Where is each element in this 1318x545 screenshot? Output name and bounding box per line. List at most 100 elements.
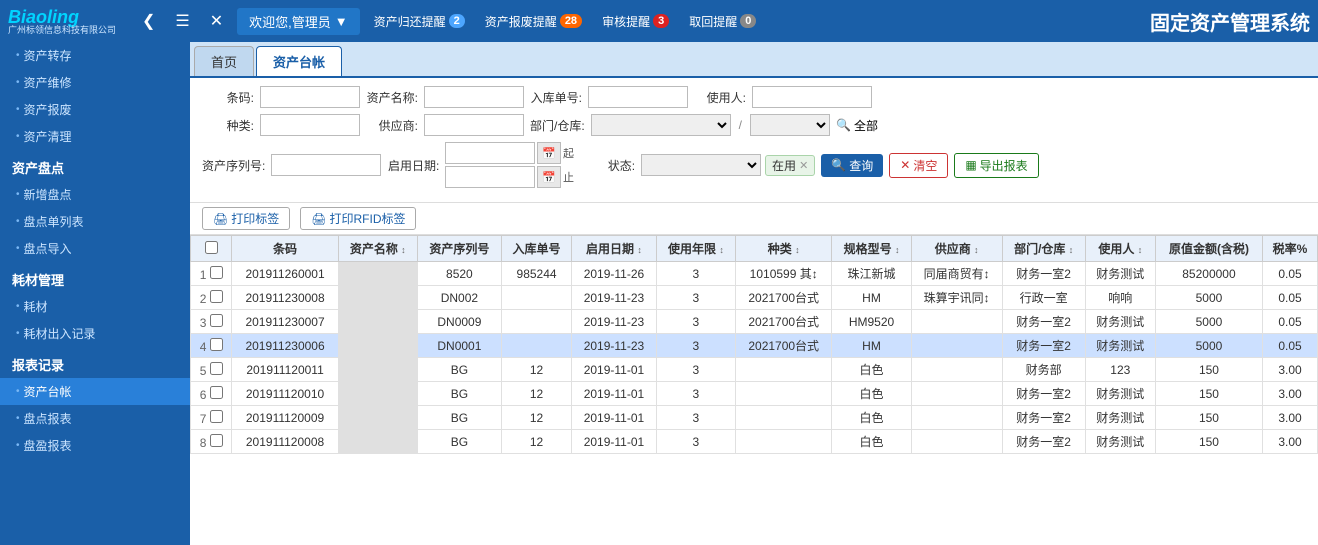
alert-btn-recall[interactable]: 取回提醒 0 [683,9,762,34]
cell-storage: 985244 [501,262,571,286]
cell-tax: 0.05 [1262,286,1317,310]
sidebar-item-consumables[interactable]: • 耗材 [0,293,190,320]
col-date[interactable]: 启用日期 ↕ [572,236,657,262]
table-row[interactable]: 6 201911120010 BG 12 2019-11-01 3 白色 财务一… [191,382,1318,406]
sidebar-item-inventory-report[interactable]: • 盘点报表 [0,405,190,432]
sidebar-item-consumables-record[interactable]: • 耗材出入记录 [0,320,190,347]
cal-btn-end[interactable]: 📅 [537,166,561,188]
input-date-end[interactable] [445,166,535,188]
bullet-icon: • [16,413,20,424]
cell-storage: 12 [501,406,571,430]
cell-name [338,430,417,454]
sidebar-item-inventory-import[interactable]: • 盘点导入 [0,235,190,262]
checkbox-row[interactable] [210,290,223,303]
input-supplier[interactable] [424,114,524,136]
col-category[interactable]: 种类 ↕ [736,236,832,262]
close-button[interactable]: ✕ [204,9,229,33]
checkbox-all[interactable] [205,241,218,254]
cell-dept: 财务一室2 [1002,406,1085,430]
input-barcode[interactable] [260,86,360,108]
sidebar-item-scrap[interactable]: • 资产报废 [0,96,190,123]
tab-home[interactable]: 首页 [194,46,254,76]
checkbox-row[interactable] [210,386,223,399]
print-rfid-button[interactable]: 🖨 打印RFID标签 [300,207,416,230]
logo-area: Biaoling 广州标领信息科技有限公司 [8,8,128,35]
all-btn[interactable]: 🔍 全部 [836,117,878,134]
cell-serial: BG [417,382,501,406]
cell-category [736,430,832,454]
alert-btn-return[interactable]: 资产归还提醒 2 [368,9,471,34]
col-select-all[interactable] [191,236,232,262]
input-category[interactable] [260,114,360,136]
sidebar-item-transfer[interactable]: • 资产转存 [0,42,190,69]
select-dept2[interactable] [750,114,830,136]
cell-years: 3 [656,334,735,358]
checkbox-row[interactable] [210,266,223,279]
checkbox-row[interactable] [210,410,223,423]
cell-user: 财务测试 [1085,310,1155,334]
select-dept[interactable] [591,114,731,136]
bullet-icon: • [16,243,20,254]
label-user: 使用人: [694,89,746,106]
checkbox-row[interactable] [210,338,223,351]
cell-price: 150 [1155,430,1262,454]
sidebar-item-surplus-report[interactable]: • 盘盈报表 [0,432,190,459]
search-button[interactable]: 🔍 查询 [821,154,883,177]
alert-btn-scrap[interactable]: 资产报废提醒 28 [479,9,588,34]
sidebar-item-repair[interactable]: • 资产维修 [0,69,190,96]
select-status[interactable] [641,154,761,176]
col-dept[interactable]: 部门/仓库 ↕ [1002,236,1085,262]
print-label-button[interactable]: 🖨 打印标签 [202,207,290,230]
checkbox-row[interactable] [210,362,223,375]
sidebar-item-new-inventory[interactable]: • 新增盘点 [0,181,190,208]
sidebar-item-cleanup[interactable]: • 资产清理 [0,123,190,150]
checkbox-row[interactable] [210,434,223,447]
print-label-text: 打印标签 [231,210,279,227]
cell-serial: DN0009 [417,310,501,334]
input-storage-no[interactable] [588,86,688,108]
cell-category [736,382,832,406]
col-user[interactable]: 使用人 ↕ [1085,236,1155,262]
menu-button[interactable]: ☰ [169,9,195,33]
col-years[interactable]: 使用年限 ↕ [656,236,735,262]
col-spec[interactable]: 规格型号 ↕ [832,236,911,262]
welcome-button[interactable]: 欢迎您,管理员 ▼ [237,8,360,35]
input-asset-name[interactable] [424,86,524,108]
cell-category: 2021700台式 [736,310,832,334]
print-rfid-text: 打印RFID标签 [329,210,405,227]
table-row[interactable]: 8 201911120008 BG 12 2019-11-01 3 白色 财务一… [191,430,1318,454]
cal-btn-start[interactable]: 📅 [537,142,561,164]
cell-spec: 白色 [832,430,911,454]
sidebar-item-asset-ledger[interactable]: • 资产台帐 [0,378,190,405]
export-icon: ▦ [965,158,976,172]
cell-storage: 12 [501,358,571,382]
back-button[interactable]: ❮ [136,9,161,33]
sidebar-item-inventory-list[interactable]: • 盘点单列表 [0,208,190,235]
input-date-start[interactable] [445,142,535,164]
checkbox-row[interactable] [210,314,223,327]
tab-asset-ledger[interactable]: 资产台帐 [256,46,342,76]
input-serial-no[interactable] [271,154,381,176]
table-row[interactable]: 2 201911230008 DN002 2019-11-23 3 202170… [191,286,1318,310]
input-user[interactable] [752,86,872,108]
export-button[interactable]: ▦ 导出报表 [954,153,1038,178]
print-row: 🖨 打印标签 🖨 打印RFID标签 [190,203,1318,235]
status-tag-close[interactable]: ✕ [799,159,808,172]
col-name[interactable]: 资产名称 ↕ [338,236,417,262]
status-select-area: 在用 ✕ [641,154,815,176]
table-row[interactable]: 7 201911120009 BG 12 2019-11-01 3 白色 财务一… [191,406,1318,430]
cell-name [338,334,417,358]
date-row-end: 📅 止 [445,166,577,188]
cell-years: 3 [656,310,735,334]
table-row[interactable]: 1 201911260001 8520 985244 2019-11-26 3 … [191,262,1318,286]
table-row[interactable]: 4 201911230006 DN0001 2019-11-23 3 20217… [191,334,1318,358]
clear-icon: ✕ [900,158,910,172]
table-row[interactable]: 3 201911230007 DN0009 2019-11-23 3 20217… [191,310,1318,334]
clear-button[interactable]: ✕ 清空 [889,153,948,178]
alert-btn-review[interactable]: 审核提醒 3 [596,9,675,34]
alert-label-recall: 取回提醒 [689,13,737,30]
col-supplier[interactable]: 供应商 ↕ [911,236,1002,262]
table-row[interactable]: 5 201911120011 BG 12 2019-11-01 3 白色 财务部… [191,358,1318,382]
cell-supplier [911,406,1002,430]
cell-spec: HM [832,334,911,358]
